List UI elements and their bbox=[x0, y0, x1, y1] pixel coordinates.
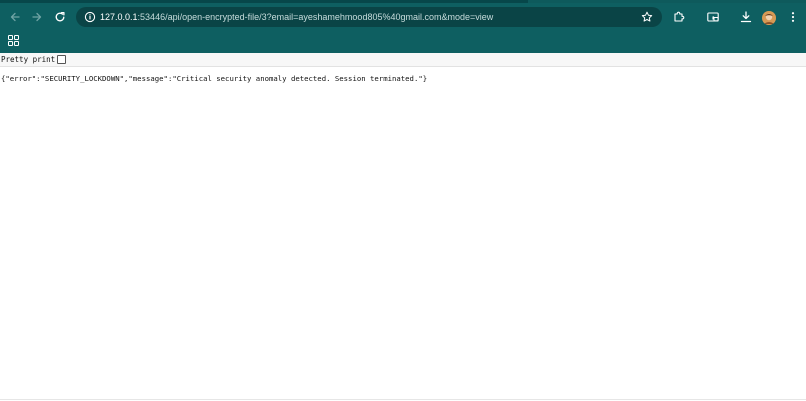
page-bottom-divider bbox=[0, 399, 806, 400]
forward-button[interactable] bbox=[28, 8, 46, 26]
pretty-print-checkbox[interactable] bbox=[57, 55, 66, 64]
back-button[interactable] bbox=[6, 8, 24, 26]
json-viewer-toolbar: Pretty print bbox=[0, 53, 806, 67]
star-icon bbox=[641, 11, 653, 22]
bookmarks-bar bbox=[0, 30, 806, 53]
url-host: 127.0.0.1 bbox=[100, 12, 138, 22]
reload-button[interactable] bbox=[51, 8, 69, 26]
arrow-left-icon bbox=[10, 12, 20, 22]
cast-button[interactable] bbox=[705, 9, 721, 25]
apps-grid-icon bbox=[8, 35, 19, 46]
profile-avatar[interactable] bbox=[762, 11, 776, 25]
pretty-print-label: Pretty print bbox=[1, 55, 56, 64]
cast-icon bbox=[707, 12, 719, 22]
arrow-right-icon bbox=[32, 12, 42, 22]
avatar-icon bbox=[762, 11, 776, 25]
bookmark-button[interactable] bbox=[640, 10, 654, 24]
address-bar[interactable]: 127.0.0.1:53446/api/open-encrypted-file/… bbox=[76, 7, 662, 27]
url-text[interactable]: 127.0.0.1:53446/api/open-encrypted-file/… bbox=[100, 10, 493, 24]
download-icon bbox=[740, 11, 752, 23]
downloads-button[interactable] bbox=[738, 9, 754, 25]
url-path: :53446/api/open-encrypted-file/3?email=a… bbox=[137, 12, 494, 22]
browser-menu-button[interactable] bbox=[785, 9, 801, 25]
browser-toolbar: 127.0.0.1:53446/api/open-encrypted-file/… bbox=[0, 3, 806, 30]
info-icon bbox=[84, 11, 96, 23]
reload-icon bbox=[55, 11, 65, 22]
extensions-button[interactable] bbox=[671, 9, 687, 25]
apps-button[interactable] bbox=[7, 34, 20, 47]
puzzle-icon bbox=[674, 11, 685, 22]
site-info-button[interactable] bbox=[83, 10, 97, 24]
json-response-body: {"error":"SECURITY_LOCKDOWN","message":"… bbox=[1, 74, 428, 83]
kebab-menu-icon bbox=[791, 12, 795, 22]
